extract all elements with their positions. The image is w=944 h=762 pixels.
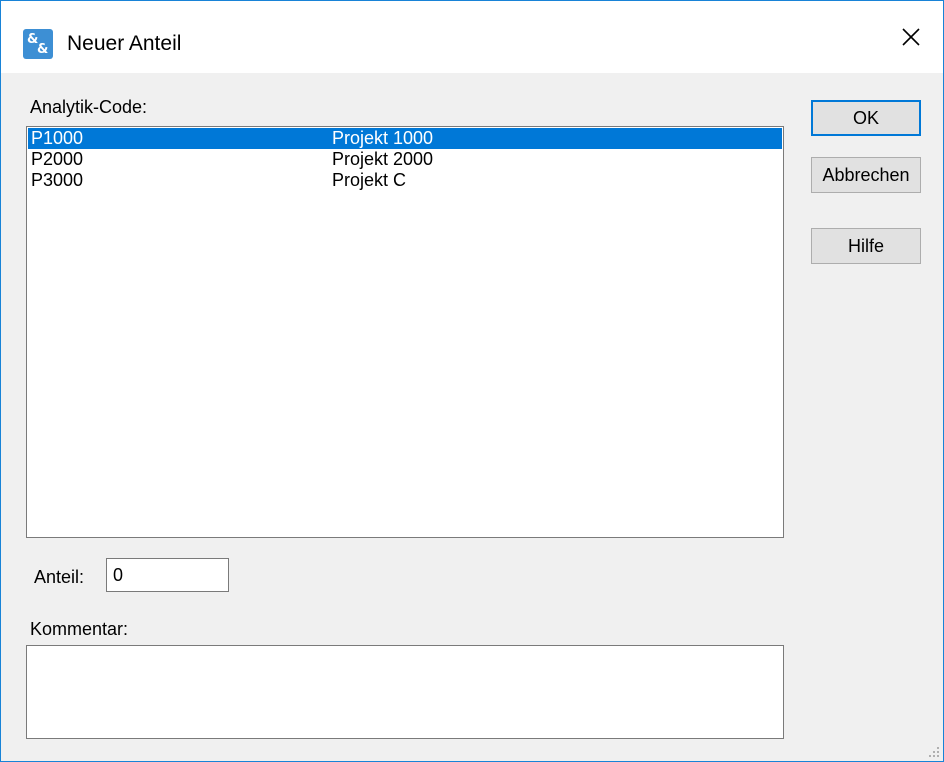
cancel-button[interactable]: Abbrechen — [811, 157, 921, 193]
list-item-code: P2000 — [31, 149, 84, 169]
analytik-code-label: Analytik-Code: — [30, 97, 148, 117]
close-button[interactable] — [879, 1, 943, 73]
help-button[interactable]: Hilfe — [811, 228, 921, 264]
list-item-p1000[interactable]: P1000 Projekt 1000 — [28, 128, 782, 149]
list-item-p2000[interactable]: P2000 Projekt 2000 — [28, 149, 782, 170]
app-logo-icon: & & — [23, 29, 53, 59]
svg-text:&: & — [37, 42, 48, 57]
list-item-code: P1000 — [31, 128, 84, 148]
ok-button[interactable]: OK — [811, 100, 921, 136]
window-title: Neuer Anteil — [67, 32, 182, 55]
resize-grip-icon[interactable] — [928, 746, 940, 758]
close-icon — [902, 28, 920, 46]
list-item-code: P3000 — [31, 170, 84, 190]
title-bar[interactable]: & & Neuer Anteil — [1, 1, 943, 73]
anteil-label: Anteil: — [34, 567, 85, 587]
kommentar-textarea[interactable] — [26, 645, 784, 739]
list-item-name: Projekt 1000 — [332, 128, 434, 148]
list-item-p3000[interactable]: P3000 Projekt C — [28, 170, 782, 191]
list-item-name: Projekt C — [332, 170, 407, 190]
kommentar-label: Kommentar: — [30, 619, 129, 639]
dialog-window: & & Neuer Anteil Analytik-Code: P1000 Pr… — [0, 0, 944, 762]
anteil-input[interactable] — [106, 558, 229, 592]
list-item-name: Projekt 2000 — [332, 149, 434, 169]
analytik-code-listbox[interactable]: P1000 Projekt 1000 P2000 Projekt 2000 P3… — [26, 126, 784, 538]
